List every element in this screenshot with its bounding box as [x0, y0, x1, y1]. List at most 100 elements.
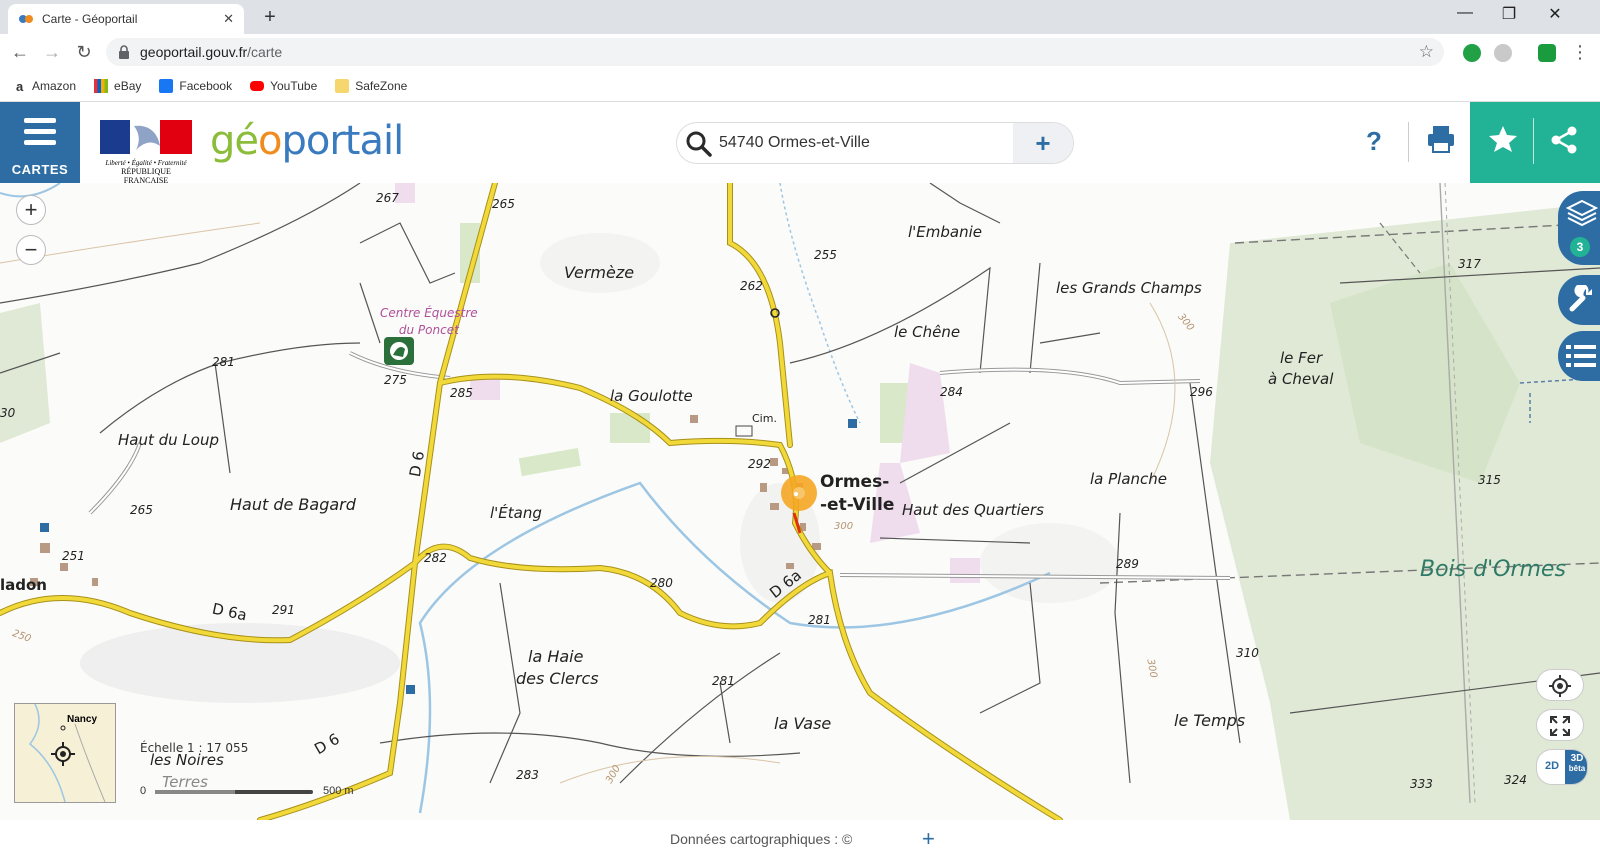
browser-menu-icon[interactable]: ⋮	[1568, 40, 1592, 64]
altitude-label: 251	[62, 549, 85, 563]
geoportail-favicon-icon	[19, 15, 33, 23]
place-label: Haut des Quartiers	[902, 501, 1044, 519]
fullscreen-button[interactable]	[1536, 709, 1584, 741]
place-label: Terres	[162, 773, 208, 791]
browser-addressbar: ← → ↻ geoportail.gouv.fr/carte ☆ ⋮	[0, 34, 1600, 70]
tools-panel-button[interactable]	[1558, 275, 1600, 325]
place-label: la Haie	[528, 647, 584, 666]
new-tab-button[interactable]: +	[258, 5, 282, 29]
window-minimize-button[interactable]: —	[1450, 4, 1480, 22]
ebay-icon	[94, 78, 109, 93]
altitude-label: 324	[1504, 773, 1527, 787]
place-label: l'Embanie	[908, 223, 982, 241]
geoportail-header: CARTES Liberté • Égalité • Fraternité RÉ…	[0, 102, 1600, 185]
help-button[interactable]: ?	[1366, 126, 1382, 157]
bookmark-facebook[interactable]: Facebook	[159, 78, 233, 93]
place-label: Vermèze	[564, 263, 635, 282]
map-canvas[interactable]: Vermèze l'Embanie les Grands Champs le C…	[0, 183, 1600, 820]
altitude-label: 317	[1458, 257, 1481, 271]
geolocate-button[interactable]	[1536, 669, 1584, 701]
fullscreen-icon	[1550, 716, 1570, 736]
extension-drive-icon[interactable]	[1494, 44, 1512, 62]
place-label: le Fer	[1280, 349, 1323, 367]
url-path: /carte	[247, 44, 283, 60]
favorite-star-icon[interactable]	[1488, 124, 1518, 154]
altitude-label: 267	[376, 191, 399, 205]
altitude-label: 281	[808, 613, 831, 627]
altitude-label: 310	[1236, 646, 1259, 660]
forward-arrow-icon[interactable]: →	[40, 40, 64, 64]
place-label: Haut du Loup	[118, 431, 219, 449]
poi-label-equestre: Centre Équestre du Poncet	[380, 306, 478, 337]
url-field[interactable]: geoportail.gouv.fr/carte ☆	[106, 38, 1444, 66]
window-close-button[interactable]: ✕	[1540, 4, 1570, 24]
place-label: la Planche	[1090, 470, 1168, 488]
tab-title: Carte - Géoportail	[42, 12, 138, 26]
altitude-label: 262	[740, 279, 763, 293]
scale-bar	[155, 790, 313, 794]
altitude-label: 289	[1116, 557, 1139, 571]
altitude-label: 285	[450, 386, 473, 400]
cartes-menu-button[interactable]: CARTES	[0, 102, 80, 183]
place-label: les Grands Champs	[1056, 279, 1202, 297]
place-label: l'Étang	[490, 504, 542, 522]
share-icon[interactable]	[1548, 124, 1580, 156]
zoom-in-button[interactable]: +	[16, 195, 46, 225]
minimap-graphic	[28, 703, 106, 803]
hamburger-icon	[24, 118, 56, 151]
print-icon[interactable]	[1426, 124, 1456, 154]
search-add-button[interactable]: +	[1013, 123, 1073, 163]
lock-icon	[119, 45, 129, 59]
tab-close-icon[interactable]: ✕	[223, 11, 234, 27]
bookmark-youtube[interactable]: YouTube	[250, 79, 317, 93]
reload-icon[interactable]: ↻	[72, 40, 96, 64]
altitude-label: 281	[212, 355, 235, 369]
place-label: la Vase	[774, 714, 832, 733]
altitude-label: 282	[424, 551, 447, 565]
altitude-label: 30	[0, 406, 16, 420]
teal-divider	[1533, 118, 1534, 164]
republique-text: Liberté • Égalité • Fraternité RÉPUBLIQU…	[105, 159, 187, 185]
data-credits: Données cartographiques : ©	[670, 831, 853, 847]
bookmark-ebay[interactable]: eBay	[94, 78, 141, 93]
search-field[interactable]: 54740 Ormes-et-Ville +	[676, 122, 1074, 164]
altitude-label: 333	[1410, 777, 1433, 791]
altitude-label: 296	[1190, 385, 1213, 399]
folder-icon	[335, 78, 350, 93]
legend-panel-button[interactable]	[1558, 331, 1600, 381]
header-divider	[1408, 122, 1409, 162]
geoportail-logo[interactable]: géoportail	[210, 118, 404, 164]
bookmark-safezone[interactable]: SafeZone	[335, 78, 407, 93]
window-maximize-button[interactable]: ❐	[1494, 4, 1524, 24]
zoom-out-button[interactable]: −	[16, 235, 46, 265]
place-label: le Temps	[1174, 711, 1246, 730]
bookmark-label: YouTube	[270, 78, 318, 93]
back-arrow-icon[interactable]: ←	[8, 40, 32, 64]
overview-minimap[interactable]: Nancy	[14, 703, 116, 803]
view-2d-label[interactable]: 2D	[1545, 760, 1559, 772]
place-label: à Cheval	[1268, 370, 1334, 388]
view-3d-button[interactable]: 3D bêta	[1565, 750, 1587, 784]
map-scale-text: Échelle 1 : 17 055	[140, 741, 249, 755]
forest-label: Bois d'Ormes	[1420, 557, 1566, 582]
extension-adblock-icon[interactable]	[1463, 44, 1481, 62]
extension-shield-icon[interactable]	[1538, 44, 1556, 62]
place-label: des Clercs	[516, 669, 599, 688]
scale-start-label: 0	[140, 785, 147, 797]
facebook-icon	[159, 78, 174, 93]
cartes-label: CARTES	[11, 162, 69, 177]
place-label: ladon	[0, 576, 47, 594]
bookmark-amazon[interactable]: a Amazon	[16, 79, 76, 94]
search-input-value[interactable]: 54740 Ormes-et-Ville	[719, 134, 870, 152]
layers-panel-button[interactable]: 3	[1558, 191, 1600, 265]
minimap-city-label: Nancy	[67, 714, 98, 725]
browser-tab[interactable]: Carte - Géoportail ✕	[8, 4, 244, 34]
place-label: Haut de Bagard	[230, 495, 356, 514]
bookmark-label: Facebook	[179, 78, 233, 93]
credits-expand-button[interactable]: +	[922, 826, 935, 852]
list-icon	[1566, 345, 1596, 367]
view-2d-3d-toggle[interactable]: 2D 3D bêta	[1536, 749, 1588, 785]
layers-count-badge: 3	[1570, 237, 1590, 257]
bookmark-star-icon[interactable]: ☆	[1419, 42, 1434, 62]
altitude-label: 284	[940, 385, 963, 399]
